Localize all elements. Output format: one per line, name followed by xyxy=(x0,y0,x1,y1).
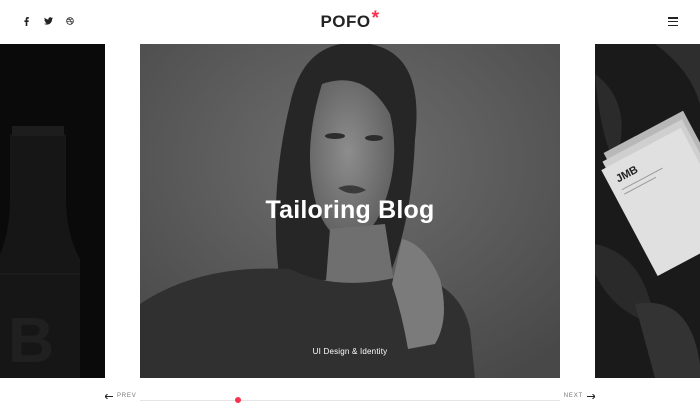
bottle-label-letter: B xyxy=(8,304,54,376)
prev-button[interactable]: PREV xyxy=(105,393,137,399)
facebook-icon[interactable] xyxy=(20,15,32,27)
portfolio-slider[interactable]: B Tailoring Blog UI Design & Identity JM… xyxy=(0,44,700,378)
logo-asterisk: * xyxy=(371,8,380,29)
next-button[interactable]: NEXT xyxy=(564,393,595,399)
social-links xyxy=(20,15,76,27)
slide-active[interactable]: Tailoring Blog UI Design & Identity xyxy=(140,44,560,378)
dribbble-icon[interactable] xyxy=(64,15,76,27)
magazine-image: JMB xyxy=(595,44,700,378)
arrow-right-icon xyxy=(587,393,595,399)
slide-next[interactable]: JMB xyxy=(595,44,700,378)
logo-text: POFO xyxy=(320,12,371,31)
prev-label: PREV xyxy=(117,393,137,399)
slider-progress-track[interactable] xyxy=(140,400,560,401)
slide-subtitle: UI Design & Identity xyxy=(312,347,388,356)
next-label: NEXT xyxy=(563,393,583,399)
slide-title[interactable]: Tailoring Blog xyxy=(140,196,560,225)
twitter-icon[interactable] xyxy=(42,15,54,27)
arrow-left-icon xyxy=(105,393,113,399)
site-logo[interactable]: POFO * xyxy=(320,8,380,32)
slider-active-indicator[interactable] xyxy=(235,397,241,403)
site-header: POFO * xyxy=(0,0,700,44)
slide-previous[interactable]: B xyxy=(0,44,105,378)
bottle-image: B xyxy=(0,44,105,378)
hamburger-menu-icon[interactable] xyxy=(668,17,678,26)
portfolio-page: POFO * B Tailoring Blog UI Design & Iden… xyxy=(0,0,700,420)
slider-navigation: PREV NEXT xyxy=(0,378,700,420)
